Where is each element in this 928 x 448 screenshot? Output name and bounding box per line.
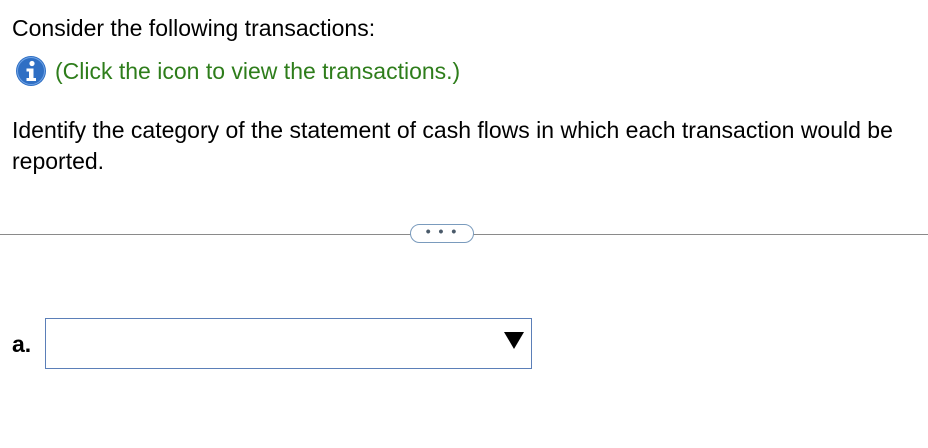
- ellipsis-icon: • • •: [425, 222, 459, 239]
- expand-button[interactable]: • • •: [410, 224, 474, 243]
- view-transactions-link[interactable]: (Click the icon to view the transactions…: [15, 55, 460, 87]
- answer-select-a[interactable]: [45, 318, 532, 369]
- intro-text: Consider the following transactions:: [12, 15, 376, 41]
- info-icon[interactable]: [15, 55, 47, 87]
- question-page: Consider the following transactions: (Cl…: [0, 0, 928, 448]
- view-transactions-text[interactable]: (Click the icon to view the transactions…: [55, 57, 460, 85]
- answer-label-a: a.: [12, 331, 32, 357]
- dropdown-arrow-icon[interactable]: [504, 332, 524, 349]
- instruction-text: Identify the category of the statement o…: [12, 117, 893, 174]
